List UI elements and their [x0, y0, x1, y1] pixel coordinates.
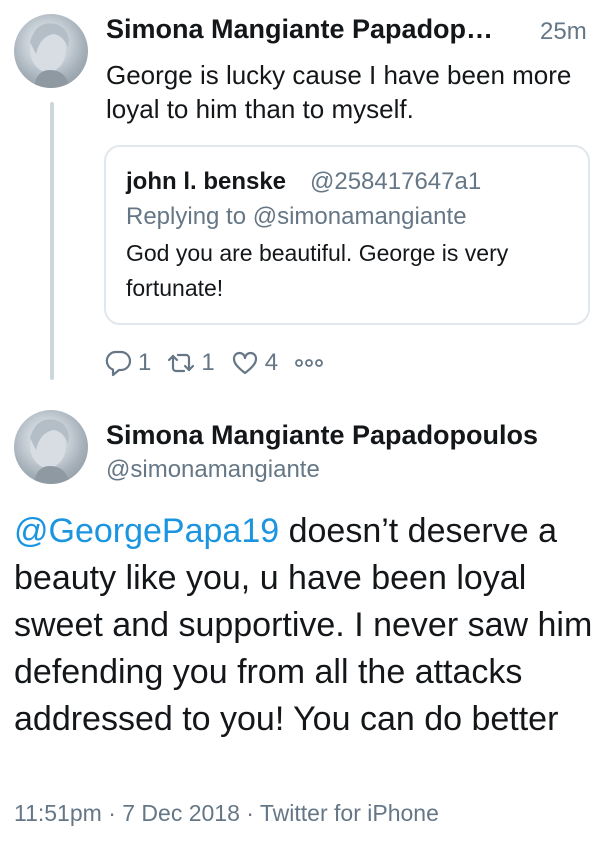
avatar-image	[30, 23, 70, 88]
like-button[interactable]: 4	[231, 349, 278, 377]
author-name[interactable]: Simona Mangiante Papadop…	[106, 14, 493, 45]
avatar[interactable]	[14, 410, 88, 484]
quoted-text: God you are beautiful. George is very fo…	[126, 240, 509, 301]
tweet-meta: 11:51pm · 7 Dec 2018 · Twitter for iPhon…	[14, 800, 439, 826]
author-handle[interactable]: @simonamangiante	[106, 456, 320, 484]
mention-link[interactable]: @GeorgePapa19	[14, 512, 279, 550]
avatar[interactable]	[14, 14, 88, 88]
retweet-icon	[168, 353, 195, 373]
tweet-text: @GeorgePapa19 doesn’t deserve a beauty l…	[14, 508, 604, 743]
tweet-text: George is lucky cause I have been more l…	[106, 60, 572, 124]
reply-count: 1	[138, 349, 152, 376]
thread-line	[50, 102, 54, 380]
more-icon	[295, 359, 323, 367]
quoted-author-name: john l. benske	[126, 168, 287, 195]
avatar-image	[30, 419, 70, 484]
action-bar: 1 1 4	[104, 346, 340, 380]
reply-button[interactable]: 1	[104, 349, 151, 377]
author-name[interactable]: Simona Mangiante Papadopoulos	[106, 420, 538, 451]
reply-icon	[105, 350, 132, 377]
like-count: 4	[264, 349, 279, 376]
retweet-button[interactable]: 1	[167, 349, 215, 377]
tweet-time[interactable]: 25m	[540, 18, 587, 46]
heart-icon	[232, 351, 257, 375]
quoted-author-handle: @258417647a1	[310, 168, 482, 195]
retweet-count: 1	[201, 349, 215, 376]
quoted-replying-to: Replying to @simonamangiante	[126, 203, 467, 230]
more-button[interactable]	[294, 357, 324, 369]
